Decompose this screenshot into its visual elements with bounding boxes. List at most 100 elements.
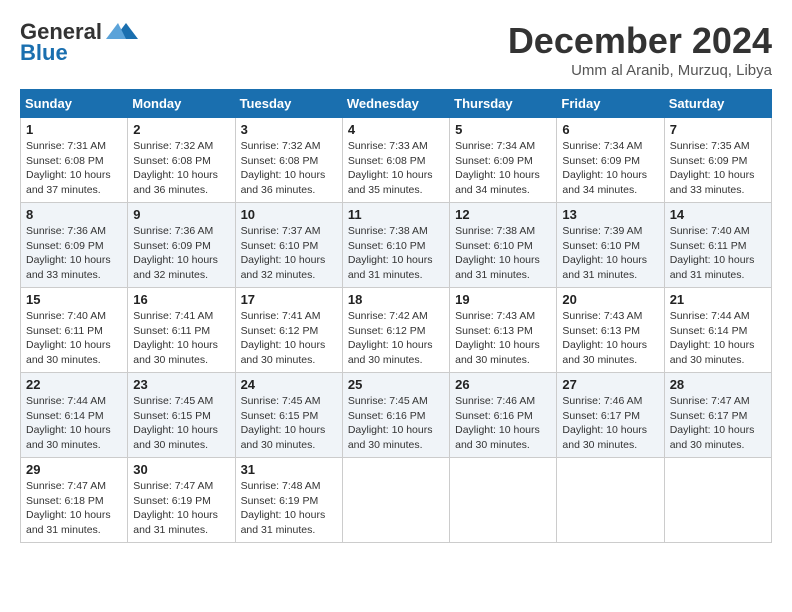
- day-info: Sunrise: 7:40 AMSunset: 6:11 PMDaylight:…: [26, 309, 122, 368]
- col-sunday: Sunday: [21, 90, 128, 118]
- calendar-day-cell: 23 Sunrise: 7:45 AMSunset: 6:15 PMDayligh…: [128, 373, 235, 458]
- page-header: General Blue December 2024 Umm al Aranib…: [20, 20, 772, 79]
- logo-blue: Blue: [20, 40, 68, 66]
- calendar-day-cell: 25 Sunrise: 7:45 AMSunset: 6:16 PMDayligh…: [342, 373, 449, 458]
- calendar-day-cell: 15 Sunrise: 7:40 AMSunset: 6:11 PMDayligh…: [21, 288, 128, 373]
- day-info: Sunrise: 7:45 AMSunset: 6:16 PMDaylight:…: [348, 394, 444, 453]
- calendar-day-cell: [342, 458, 449, 543]
- day-info: Sunrise: 7:33 AMSunset: 6:08 PMDaylight:…: [348, 139, 444, 198]
- day-number: 14: [670, 207, 766, 222]
- calendar-day-cell: 17Sunrise: 7:41 AMSunset: 6:12 PMDayligh…: [235, 288, 342, 373]
- calendar-day-cell: 14 Sunrise: 7:40 AMSunset: 6:11 PMDayligh…: [664, 203, 771, 288]
- calendar-day-cell: 6Sunrise: 7:34 AMSunset: 6:09 PMDaylight…: [557, 118, 664, 203]
- calendar-day-cell: [664, 458, 771, 543]
- calendar-day-cell: 10 Sunrise: 7:37 AMSunset: 6:10 PMDayligh…: [235, 203, 342, 288]
- day-info: Sunrise: 7:38 AMSunset: 6:10 PMDaylight:…: [348, 224, 444, 283]
- day-number: 28: [670, 377, 766, 392]
- day-info: Sunrise: 7:38 AMSunset: 6:10 PMDaylight:…: [455, 224, 551, 283]
- col-saturday: Saturday: [664, 90, 771, 118]
- calendar-day-cell: 30 Sunrise: 7:47 AMSunset: 6:19 PMDayligh…: [128, 458, 235, 543]
- day-info: Sunrise: 7:40 AMSunset: 6:11 PMDaylight:…: [670, 224, 766, 283]
- day-info: Sunrise: 7:36 AMSunset: 6:09 PMDaylight:…: [133, 224, 229, 283]
- day-info: Sunrise: 7:39 AMSunset: 6:10 PMDaylight:…: [562, 224, 658, 283]
- calendar-day-cell: [557, 458, 664, 543]
- day-number: 15: [26, 292, 122, 307]
- day-info: Sunrise: 7:46 AMSunset: 6:17 PMDaylight:…: [562, 394, 658, 453]
- day-number: 3: [241, 122, 337, 137]
- day-number: 2: [133, 122, 229, 137]
- calendar-day-cell: 7 Sunrise: 7:35 AMSunset: 6:09 PMDaylight…: [664, 118, 771, 203]
- day-number: 13: [562, 207, 658, 222]
- day-info: Sunrise: 7:37 AMSunset: 6:10 PMDaylight:…: [241, 224, 337, 283]
- col-wednesday: Wednesday: [342, 90, 449, 118]
- calendar-day-cell: 9 Sunrise: 7:36 AMSunset: 6:09 PMDaylight…: [128, 203, 235, 288]
- calendar-day-cell: 22Sunrise: 7:44 AMSunset: 6:14 PMDayligh…: [21, 373, 128, 458]
- calendar-day-cell: 27 Sunrise: 7:46 AMSunset: 6:17 PMDayligh…: [557, 373, 664, 458]
- calendar-day-cell: 1 Sunrise: 7:31 AMSunset: 6:08 PMDaylight…: [21, 118, 128, 203]
- day-info: Sunrise: 7:35 AMSunset: 6:09 PMDaylight:…: [670, 139, 766, 198]
- day-number: 5: [455, 122, 551, 137]
- day-number: 30: [133, 462, 229, 477]
- col-tuesday: Tuesday: [235, 90, 342, 118]
- logo-icon: [106, 21, 138, 43]
- calendar-day-cell: [450, 458, 557, 543]
- day-number: 8: [26, 207, 122, 222]
- day-info: Sunrise: 7:34 AMSunset: 6:09 PMDaylight:…: [455, 139, 551, 198]
- day-info: Sunrise: 7:43 AMSunset: 6:13 PMDaylight:…: [455, 309, 551, 368]
- day-number: 10: [241, 207, 337, 222]
- day-info: Sunrise: 7:32 AMSunset: 6:08 PMDaylight:…: [133, 139, 229, 198]
- day-number: 25: [348, 377, 444, 392]
- day-info: Sunrise: 7:48 AMSunset: 6:19 PMDaylight:…: [241, 479, 337, 538]
- calendar-week-row: 15 Sunrise: 7:40 AMSunset: 6:11 PMDayligh…: [21, 288, 772, 373]
- day-info: Sunrise: 7:31 AMSunset: 6:08 PMDaylight:…: [26, 139, 122, 198]
- title-area: December 2024 Umm al Aranib, Murzuq, Lib…: [508, 20, 772, 79]
- calendar-week-row: 22Sunrise: 7:44 AMSunset: 6:14 PMDayligh…: [21, 373, 772, 458]
- day-info: Sunrise: 7:46 AMSunset: 6:16 PMDaylight:…: [455, 394, 551, 453]
- day-number: 23: [133, 377, 229, 392]
- calendar-day-cell: 4 Sunrise: 7:33 AMSunset: 6:08 PMDaylight…: [342, 118, 449, 203]
- day-number: 9: [133, 207, 229, 222]
- calendar-week-row: 1 Sunrise: 7:31 AMSunset: 6:08 PMDaylight…: [21, 118, 772, 203]
- month-title: December 2024: [508, 20, 772, 62]
- day-number: 27: [562, 377, 658, 392]
- col-friday: Friday: [557, 90, 664, 118]
- day-info: Sunrise: 7:36 AMSunset: 6:09 PMDaylight:…: [26, 224, 122, 283]
- col-thursday: Thursday: [450, 90, 557, 118]
- day-info: Sunrise: 7:45 AMSunset: 6:15 PMDaylight:…: [133, 394, 229, 453]
- day-number: 16: [133, 292, 229, 307]
- day-info: Sunrise: 7:41 AMSunset: 6:12 PMDaylight:…: [241, 309, 337, 368]
- day-number: 26: [455, 377, 551, 392]
- calendar-day-cell: 26 Sunrise: 7:46 AMSunset: 6:16 PMDayligh…: [450, 373, 557, 458]
- day-info: Sunrise: 7:47 AMSunset: 6:17 PMDaylight:…: [670, 394, 766, 453]
- day-number: 4: [348, 122, 444, 137]
- calendar-day-cell: 20Sunrise: 7:43 AMSunset: 6:13 PMDayligh…: [557, 288, 664, 373]
- day-info: Sunrise: 7:47 AMSunset: 6:19 PMDaylight:…: [133, 479, 229, 538]
- calendar-table: Sunday Monday Tuesday Wednesday Thursday…: [20, 89, 772, 543]
- day-number: 29: [26, 462, 122, 477]
- day-number: 6: [562, 122, 658, 137]
- day-number: 7: [670, 122, 766, 137]
- day-info: Sunrise: 7:32 AMSunset: 6:08 PMDaylight:…: [241, 139, 337, 198]
- day-info: Sunrise: 7:41 AMSunset: 6:11 PMDaylight:…: [133, 309, 229, 368]
- day-info: Sunrise: 7:47 AMSunset: 6:18 PMDaylight:…: [26, 479, 122, 538]
- day-info: Sunrise: 7:42 AMSunset: 6:12 PMDaylight:…: [348, 309, 444, 368]
- calendar-header-row: Sunday Monday Tuesday Wednesday Thursday…: [21, 90, 772, 118]
- calendar-day-cell: 12Sunrise: 7:38 AMSunset: 6:10 PMDayligh…: [450, 203, 557, 288]
- calendar-week-row: 8 Sunrise: 7:36 AMSunset: 6:09 PMDaylight…: [21, 203, 772, 288]
- calendar-day-cell: 28 Sunrise: 7:47 AMSunset: 6:17 PMDayligh…: [664, 373, 771, 458]
- day-info: Sunrise: 7:44 AMSunset: 6:14 PMDaylight:…: [670, 309, 766, 368]
- calendar-day-cell: 11 Sunrise: 7:38 AMSunset: 6:10 PMDayligh…: [342, 203, 449, 288]
- calendar-week-row: 29 Sunrise: 7:47 AMSunset: 6:18 PMDayligh…: [21, 458, 772, 543]
- day-number: 11: [348, 207, 444, 222]
- day-number: 21: [670, 292, 766, 307]
- calendar-day-cell: 5 Sunrise: 7:34 AMSunset: 6:09 PMDaylight…: [450, 118, 557, 203]
- day-number: 18: [348, 292, 444, 307]
- day-number: 20: [562, 292, 658, 307]
- calendar-day-cell: 13 Sunrise: 7:39 AMSunset: 6:10 PMDayligh…: [557, 203, 664, 288]
- day-number: 1: [26, 122, 122, 137]
- calendar-day-cell: 21 Sunrise: 7:44 AMSunset: 6:14 PMDayligh…: [664, 288, 771, 373]
- calendar-day-cell: 8 Sunrise: 7:36 AMSunset: 6:09 PMDaylight…: [21, 203, 128, 288]
- day-number: 31: [241, 462, 337, 477]
- location: Umm al Aranib, Murzuq, Libya: [508, 62, 772, 79]
- calendar-day-cell: 2 Sunrise: 7:32 AMSunset: 6:08 PMDaylight…: [128, 118, 235, 203]
